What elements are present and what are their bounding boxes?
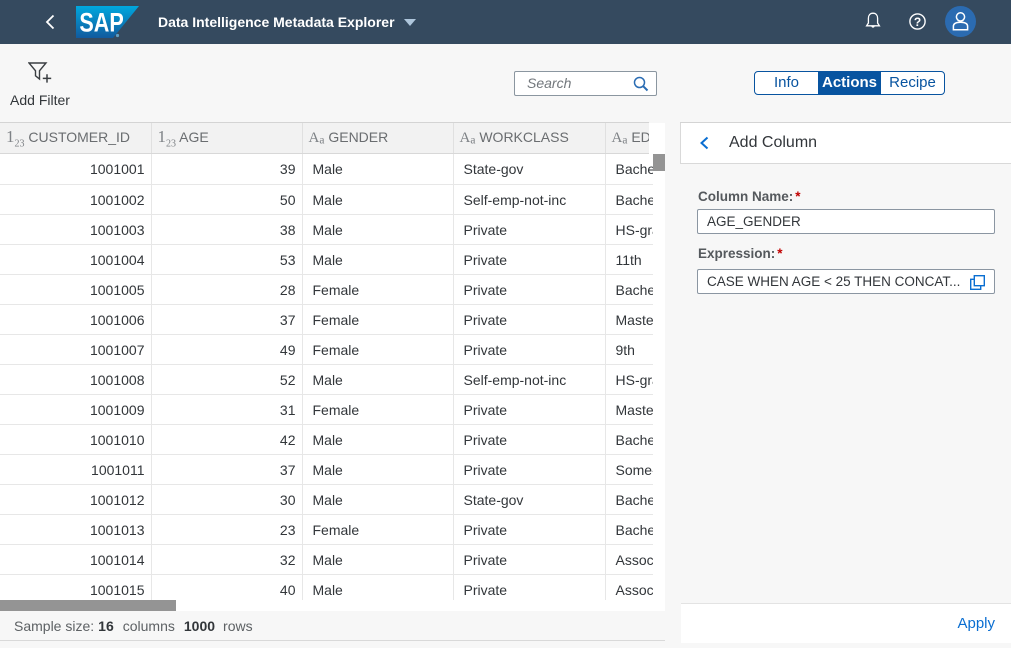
svg-text:?: ?	[914, 15, 921, 29]
svg-text:SAP: SAP	[79, 8, 123, 38]
